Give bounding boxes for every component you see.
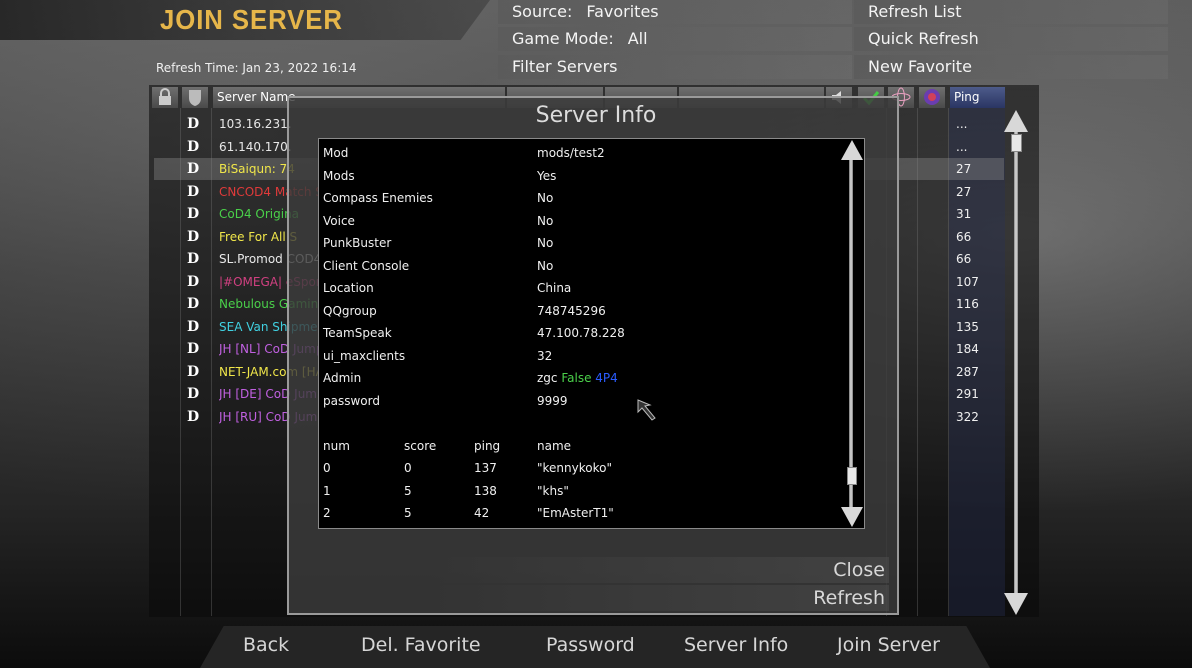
info-value: 748745296 [537, 303, 606, 318]
info-value: 47.100.78.228 [537, 326, 625, 340]
player-ping: 42 [474, 506, 490, 520]
info-scroll-track [849, 158, 853, 510]
server-ping: 184 [956, 342, 979, 356]
player-name: "EmAsterT1" [537, 506, 614, 520]
refresh-list-button[interactable]: Refresh List [854, 0, 1168, 24]
info-key: ui_maxclients [323, 348, 406, 363]
server-ping: 66 [956, 252, 972, 266]
source-value: Favorites [586, 2, 659, 21]
dedicated-icon: D [187, 161, 200, 177]
info-key: TeamSpeak [323, 326, 392, 340]
players-header-ping: ping [474, 439, 501, 453]
server-ping: 135 [956, 319, 979, 334]
info-value: No [537, 191, 554, 205]
dedicated-icon: D [187, 251, 200, 267]
info-key: Client Console [323, 258, 410, 273]
server-ping: 322 [956, 409, 979, 424]
mouse-cursor-icon [637, 399, 656, 421]
server-info-button[interactable]: Server Info [684, 634, 788, 656]
player-name: "kennykoko" [537, 461, 612, 475]
player-num: 0 [323, 461, 331, 475]
game-mode-selector[interactable]: Game Mode: All [498, 27, 852, 51]
join-server-button[interactable]: Join Server [837, 634, 940, 656]
dedicated-icon: D [187, 228, 200, 245]
info-value: Yes [537, 168, 557, 183]
scrollbar-track [1014, 130, 1018, 600]
info-scroll-thumb[interactable] [847, 467, 857, 485]
server-ping: 291 [956, 387, 979, 401]
new-favorite-button[interactable]: New Favorite [854, 55, 1168, 79]
info-key: PunkBuster [323, 236, 392, 250]
game-mode-label: Game Mode: [512, 29, 614, 48]
info-key: password [323, 393, 380, 408]
info-scroll-down-icon[interactable] [841, 507, 863, 527]
info-value: No [537, 258, 554, 273]
back-button[interactable]: Back [243, 634, 289, 656]
dedicated-icon: D [187, 341, 200, 357]
dedicated-icon: D [187, 183, 200, 200]
info-key: Admin [323, 371, 362, 385]
dedicated-icon: D [187, 206, 200, 222]
dedicated-icon: D [187, 138, 200, 155]
info-key: Mods [323, 168, 355, 183]
players-header-num: num [323, 439, 350, 453]
info-value: mods/test2 [537, 146, 605, 160]
info-key: QQgroup [323, 303, 377, 318]
dedicated-icon: D [187, 408, 200, 425]
page-title: JOIN SERVER [160, 4, 343, 35]
info-value: 32 [537, 348, 553, 363]
admin-part: 4P4 [595, 371, 618, 385]
admin-part: False [561, 371, 596, 385]
info-value: No [537, 213, 554, 228]
server-ping: 116 [956, 297, 979, 311]
player-num: 2 [323, 506, 331, 520]
players-header-score: score [404, 439, 437, 453]
del-favorite-button[interactable]: Del. Favorite [361, 634, 481, 656]
player-ping: 138 [474, 483, 497, 498]
password-button[interactable]: Password [546, 634, 635, 656]
server-ping: 27 [956, 162, 972, 176]
players-header-name: name [537, 439, 572, 453]
player-ping: 137 [474, 461, 497, 475]
player-name: "khs" [537, 483, 569, 498]
info-key: Compass Enemies [323, 191, 433, 205]
dedicated-icon: D [187, 363, 200, 380]
info-scroll-up-icon[interactable] [841, 140, 863, 160]
dedicated-icon: D [187, 318, 200, 335]
dedicated-icon: D [187, 273, 200, 290]
source-selector[interactable]: Source: Favorites [498, 0, 852, 24]
player-score: 5 [404, 506, 412, 520]
game-mode-value: All [627, 29, 648, 48]
scroll-thumb[interactable] [1011, 134, 1022, 152]
quick-refresh-button[interactable]: Quick Refresh [854, 27, 1168, 51]
close-button[interactable]: Close [430, 557, 889, 583]
info-key: Location [323, 281, 374, 295]
scroll-down-icon[interactable] [1004, 593, 1028, 615]
info-value: 9999 [537, 393, 568, 408]
server-ping: 27 [956, 184, 972, 199]
dialog-title: Server Info [535, 103, 657, 128]
server-ping: ... [956, 139, 968, 154]
source-label: Source: [512, 2, 573, 21]
dedicated-icon: D [187, 386, 200, 402]
refresh-button[interactable]: Refresh [430, 585, 889, 611]
server-ping: 66 [956, 229, 972, 244]
player-score: 5 [404, 483, 412, 498]
info-key: Mod [323, 146, 349, 160]
dedicated-icon: D [187, 296, 200, 312]
info-value: China [537, 281, 572, 295]
admin-part: zgc [537, 371, 562, 385]
player-num: 1 [323, 483, 331, 498]
player-score: 0 [404, 461, 412, 475]
info-value: No [537, 236, 554, 250]
filter-servers-button[interactable]: Filter Servers [498, 55, 852, 79]
server-ping: 107 [956, 274, 979, 289]
refresh-time: Refresh Time: Jan 23, 2022 16:14 [156, 61, 357, 75]
info-key: Voice [323, 213, 355, 228]
server-ping: 287 [956, 364, 979, 379]
info-value: zgc False 4P4 [537, 371, 618, 385]
server-ping: 31 [956, 207, 972, 221]
